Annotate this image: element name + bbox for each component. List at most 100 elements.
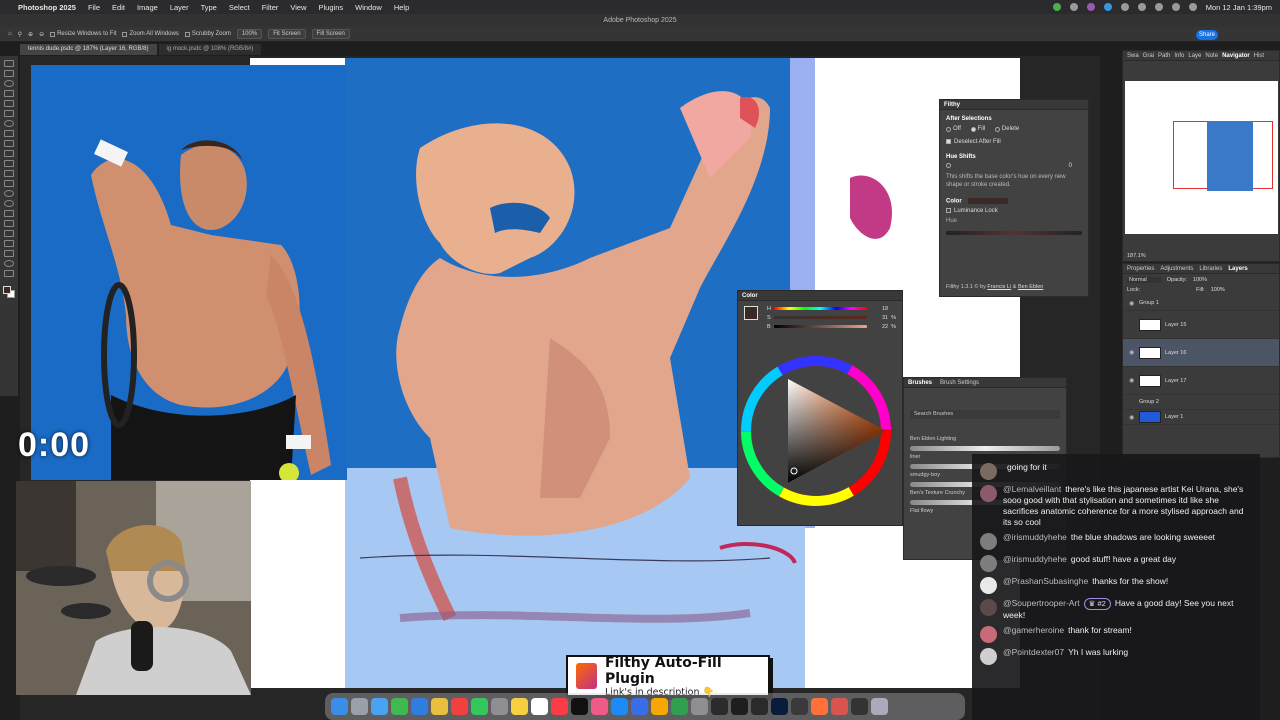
tray-icon[interactable] [1069, 3, 1078, 11]
stamp-tool-icon[interactable] [4, 150, 14, 157]
zoom-100-button[interactable]: 100% [236, 29, 263, 39]
resize-windows-checkbox[interactable]: Resize Windows to Fit [50, 31, 116, 37]
tab-layers[interactable]: Layers [1228, 266, 1247, 272]
menu-view[interactable]: View [290, 3, 306, 12]
menu-help[interactable]: Help [394, 3, 409, 12]
menu-plugins[interactable]: Plugins [319, 3, 344, 12]
tab-brush-settings[interactable]: Brush Settings [940, 380, 979, 386]
menu-filter[interactable]: Filter [262, 3, 279, 12]
blur-tool-icon[interactable] [4, 190, 14, 197]
eraser-tool-icon[interactable] [4, 170, 14, 177]
tray-icon[interactable] [1120, 3, 1129, 11]
tab-gradients[interactable]: Grai [1143, 53, 1154, 59]
tray-status-icon[interactable] [1052, 3, 1061, 11]
layer-1[interactable]: ◉ Layer 1 [1123, 410, 1279, 425]
mail-icon[interactable] [411, 698, 428, 715]
menu-edit[interactable]: Edit [112, 3, 125, 12]
object-select-tool-icon[interactable] [4, 90, 14, 97]
obs-icon[interactable] [731, 698, 748, 715]
photos-icon[interactable] [431, 698, 448, 715]
foreground-color-swatch[interactable] [3, 286, 11, 294]
shape-tool-icon[interactable] [4, 240, 14, 247]
menu-layer[interactable]: Layer [170, 3, 189, 12]
tv-icon[interactable] [571, 698, 588, 715]
keynote-icon[interactable] [631, 698, 648, 715]
app-icon[interactable] [851, 698, 868, 715]
trash-icon[interactable] [871, 698, 888, 715]
photoshop-icon[interactable] [771, 698, 788, 715]
tab-properties[interactable]: Properties [1127, 266, 1154, 272]
layer-group-1[interactable]: ◉ Group 1 [1123, 296, 1279, 311]
color-wheel[interactable] [738, 331, 904, 521]
tab-tennis-dude[interactable]: tennis dude.psdc @ 187% (Layer 16, RGB/8… [20, 44, 157, 55]
layer-15[interactable]: Layer 15 [1123, 311, 1279, 339]
messages-icon[interactable] [391, 698, 408, 715]
tab-paths[interactable]: Path [1158, 53, 1170, 59]
tab-notes[interactable]: Note [1205, 53, 1218, 59]
visibility-eye-icon[interactable]: ◉ [1129, 414, 1135, 421]
tab-swatches[interactable]: Swa [1127, 53, 1139, 59]
tab-adjustments[interactable]: Adjustments [1160, 266, 1193, 272]
numbers-icon[interactable] [671, 698, 688, 715]
type-tool-icon[interactable] [4, 220, 14, 227]
dodge-tool-icon[interactable] [4, 200, 14, 207]
opacity-value[interactable]: 100% [1193, 277, 1207, 283]
layer-16[interactable]: ◉ Layer 16 [1123, 339, 1279, 367]
hue-shift-value[interactable]: 0 [1069, 163, 1072, 169]
credit-link-ben[interactable]: Ben Eblen [1018, 284, 1043, 290]
hue-slider[interactable] [946, 231, 1082, 236]
podcasts-icon[interactable] [591, 698, 608, 715]
deselect-after-fill-checkbox[interactable]: Deselect After Fill [946, 138, 1082, 145]
contacts-icon[interactable] [491, 698, 508, 715]
fit-screen-button[interactable]: Fit Screen [268, 29, 306, 39]
menu-type[interactable]: Type [201, 3, 217, 12]
credit-link-francis[interactable]: Francis Li [987, 284, 1011, 290]
radio-delete[interactable]: Delete [994, 126, 1019, 132]
visibility-eye-icon[interactable]: ◉ [1129, 349, 1135, 356]
tab-layer-comps[interactable]: Laye [1188, 53, 1201, 59]
tray-icon[interactable] [1137, 3, 1146, 11]
app-store-icon[interactable] [611, 698, 628, 715]
layer-group-2[interactable]: Group 2 [1123, 395, 1279, 410]
zoom-all-checkbox[interactable]: Zoom All Windows [122, 31, 179, 37]
chatgpt-icon[interactable] [791, 698, 808, 715]
hue-shift-toggle[interactable] [946, 163, 951, 169]
system-settings-icon[interactable] [691, 698, 708, 715]
home-icon[interactable]: ⌂ [8, 31, 12, 37]
music-icon[interactable] [551, 698, 568, 715]
layer-17[interactable]: ◉ Layer 17 [1123, 367, 1279, 395]
brush-tool-icon[interactable] [4, 140, 14, 147]
fill-value[interactable]: 100% [1211, 287, 1225, 293]
current-color-swatch[interactable] [744, 306, 758, 320]
tab-history[interactable]: Hist [1254, 53, 1264, 59]
pen-tool-icon[interactable] [4, 210, 14, 217]
tab-info[interactable]: Info [1174, 53, 1184, 59]
healing-tool-icon[interactable] [4, 130, 14, 137]
tray-icon[interactable] [1086, 3, 1095, 11]
lasso-tool-icon[interactable] [4, 80, 14, 87]
zoom-out-icon[interactable]: ⊖ [39, 31, 44, 38]
eyedropper-tool-icon[interactable] [4, 120, 14, 127]
tab-navigator[interactable]: Navigator [1222, 53, 1250, 59]
launchpad-icon[interactable] [351, 698, 368, 715]
radio-fill[interactable]: Fill [970, 126, 985, 132]
fill-screen-button[interactable]: Fill Screen [311, 29, 350, 39]
brush-search-input[interactable]: Search Brushes [910, 410, 1060, 419]
move-tool-icon[interactable] [4, 60, 14, 67]
tab-libraries[interactable]: Libraries [1199, 266, 1222, 272]
hue-value[interactable]: 18 [870, 306, 888, 312]
saturation-slider-row[interactable]: S 31 % [761, 313, 902, 322]
hue-slider-row[interactable]: H 18 % [761, 304, 902, 313]
marquee-tool-icon[interactable] [4, 70, 14, 77]
firefox-icon[interactable] [811, 698, 828, 715]
path-select-tool-icon[interactable] [4, 230, 14, 237]
share-button[interactable]: Share [1196, 30, 1218, 40]
tab-brushes[interactable]: Brushes [908, 380, 932, 386]
notes-icon[interactable] [511, 698, 528, 715]
navigator-thumbnail[interactable] [1125, 81, 1278, 234]
reminders-icon[interactable] [531, 698, 548, 715]
edit-toolbar-icon[interactable] [4, 270, 14, 277]
frame-tool-icon[interactable] [4, 110, 14, 117]
menu-image[interactable]: Image [137, 3, 158, 12]
calendar-icon[interactable] [451, 698, 468, 715]
